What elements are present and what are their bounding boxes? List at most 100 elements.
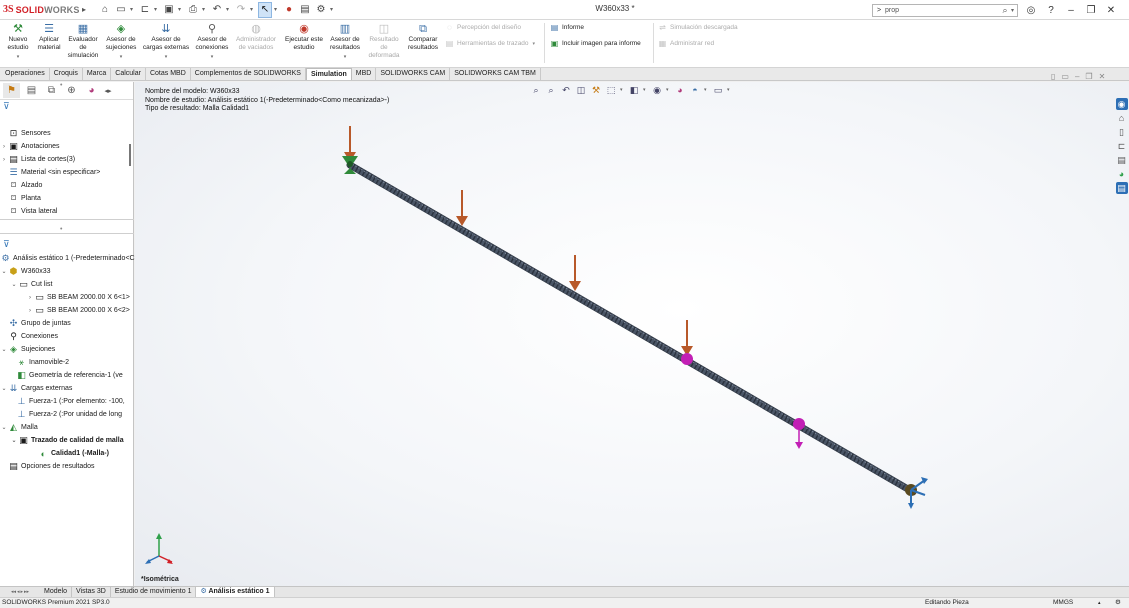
tree-item-beam-2[interactable]: › ▭ SB BEAM 2000.00 X 6<2> bbox=[26, 304, 130, 317]
collapse-arrow-icon[interactable]: ⌄ bbox=[0, 385, 8, 392]
tab-vistas-3d[interactable]: Vistas 3D bbox=[72, 587, 111, 597]
include-image-report-button[interactable]: ▣ Incluir imagen para informe bbox=[549, 39, 641, 48]
external-loads-advisor-button[interactable]: ⇊ Asesor de cargas externas ▾ bbox=[141, 22, 191, 61]
tree-item-result-options[interactable]: ▤ Opciones de resultados bbox=[8, 460, 94, 473]
rebuild-icon[interactable]: ● bbox=[282, 3, 296, 17]
tree-item-ref-geometry[interactable]: ◧ Geometría de referencia-1 (ve bbox=[16, 369, 123, 382]
tab-mbd[interactable]: MBD bbox=[352, 68, 377, 80]
tab-analisis-estatico[interactable]: ⚙ Análisis estático 1 bbox=[196, 587, 275, 597]
featuretree-scrollbar[interactable] bbox=[129, 144, 131, 166]
tab-prev-icon[interactable]: ◂ bbox=[17, 589, 20, 595]
tab-solidworks-cam-tbm[interactable]: SOLIDWORKS CAM TBM bbox=[450, 68, 541, 80]
tree-item-force-1[interactable]: ⊥ Fuerza-1 (:Por elemento: -100, bbox=[16, 395, 125, 408]
forum-icon[interactable]: ▤ bbox=[1115, 182, 1128, 194]
search-input[interactable]: > prop ⌕ ▾ bbox=[872, 4, 1018, 17]
tab-modelo[interactable]: Modelo bbox=[40, 587, 72, 597]
apply-material-button[interactable]: ☰ Aplicar material bbox=[34, 22, 64, 52]
open-icon[interactable]: ⊏ bbox=[138, 3, 152, 17]
options-dropdown-icon[interactable]: ▾ bbox=[330, 6, 336, 13]
tab-calcular[interactable]: Calcular bbox=[111, 68, 146, 80]
new-study-button[interactable]: ⚒ Nuevo estudio ▾ bbox=[4, 22, 32, 61]
tree-item-cut-list[interactable]: › ▤ Lista de cortes(3) bbox=[0, 153, 75, 166]
compare-results-button[interactable]: ⧉ Comparar resultados bbox=[404, 22, 442, 52]
appearances-icon[interactable]: ▤ bbox=[1116, 154, 1128, 166]
plot-tools-button[interactable]: ▤ Herramientas de trazado ▾ bbox=[444, 39, 535, 48]
tree-item-part[interactable]: ⌄ ⬢ W360x33 bbox=[0, 265, 50, 278]
displaymanager-tab-icon[interactable]: ◕ bbox=[83, 83, 100, 98]
report-button[interactable]: ▤ Informe bbox=[549, 23, 584, 32]
tab-simulation[interactable]: Simulation bbox=[305, 68, 352, 80]
solidworks-resources-icon[interactable]: ◉ bbox=[1115, 98, 1128, 110]
tab-solidworks-cam[interactable]: SOLIDWORKS CAM bbox=[376, 68, 451, 80]
undo-dropdown-icon[interactable]: ▾ bbox=[226, 6, 232, 13]
collapse-arrow-icon[interactable]: ⌄ bbox=[10, 437, 18, 444]
tab-nav-arrows[interactable]: ◂◂ ◂ ▸ ▸▸ bbox=[0, 587, 40, 597]
tab-operaciones[interactable]: Operaciones bbox=[1, 68, 50, 80]
tree-item-mesh[interactable]: ⌄ ◭ Malla bbox=[0, 421, 37, 434]
new-dropdown-icon[interactable]: ▾ bbox=[130, 6, 136, 13]
offloaded-simulation-button[interactable]: ⇌ Simulación descargada bbox=[657, 23, 737, 32]
results-advisor-button[interactable]: ▥ Asesor de resultados ▾ bbox=[327, 22, 363, 61]
fixtures-advisor-button[interactable]: ◈ Asesor de sujeciones ▾ bbox=[103, 22, 139, 61]
options-gear-icon[interactable]: ⚙ bbox=[314, 3, 328, 17]
save-dropdown-icon[interactable]: ▾ bbox=[178, 6, 184, 13]
viewport-restore-icon[interactable]: ❐ bbox=[1085, 72, 1092, 81]
design-insight-button[interactable]: ◌ Percepción del diseño bbox=[444, 23, 521, 32]
search-dropdown-icon[interactable]: ▾ bbox=[1011, 7, 1017, 14]
tree-item-vista-lateral[interactable]: ⌑ Vista lateral bbox=[0, 205, 57, 218]
tree-item-joint-group[interactable]: ✣ Grupo de juntas bbox=[8, 317, 71, 330]
collapse-arrow-icon[interactable]: ⌄ bbox=[0, 346, 8, 353]
redo-icon[interactable]: ↷ bbox=[234, 3, 248, 17]
help-icon[interactable]: ? bbox=[1044, 2, 1058, 18]
manage-network-button[interactable]: ▦ Administrar red bbox=[657, 39, 714, 48]
tree-item-anotaciones[interactable]: › ▣ Anotaciones bbox=[0, 140, 60, 153]
print-dropdown-icon[interactable]: ▾ bbox=[202, 6, 208, 13]
tree-item-mesh-quality-plot[interactable]: ⌄ ▣ Trazado de calidad de malla bbox=[10, 434, 123, 447]
expand-arrow-icon[interactable]: › bbox=[0, 144, 8, 150]
configurationmanager-tab-icon[interactable]: ⧉ bbox=[43, 83, 60, 98]
tree-item-beam-1[interactable]: › ▭ SB BEAM 2000.00 X 6<1> bbox=[26, 291, 130, 304]
status-help-icon[interactable]: ⚙ bbox=[1115, 598, 1121, 608]
connections-advisor-button[interactable]: ⚲ Asesor de conexiones ▾ bbox=[193, 22, 231, 61]
menu-expand-icon[interactable]: ▸ bbox=[78, 5, 90, 14]
expand-arrow-icon[interactable]: › bbox=[0, 157, 8, 163]
tree-item-fixed-2[interactable]: ⚹ Inamovible-2 bbox=[16, 356, 69, 369]
featuremanager-tab-icon[interactable]: ⚑ bbox=[3, 83, 20, 98]
undo-icon[interactable]: ↶ bbox=[210, 3, 224, 17]
deformed-result-button[interactable]: ◫ Resultado de deformada bbox=[365, 22, 403, 60]
collapse-arrow-icon[interactable]: ⌄ bbox=[0, 424, 8, 431]
simulation-filter-icon[interactable]: ⊽ bbox=[0, 238, 10, 251]
file-properties-icon[interactable]: ▤ bbox=[298, 3, 312, 17]
save-icon[interactable]: ▣ bbox=[162, 3, 176, 17]
new-document-icon[interactable]: ▭ bbox=[114, 3, 128, 17]
more-tabs-icon[interactable]: ◂▸ bbox=[103, 83, 113, 98]
units-dropdown-icon[interactable]: ▴ bbox=[1098, 598, 1101, 608]
simulation-evaluator-button[interactable]: ▦ Evaluador de simulación bbox=[64, 22, 102, 60]
viewport-minimize-icon[interactable]: – bbox=[1075, 72, 1079, 81]
user-account-icon[interactable]: ◎ bbox=[1024, 2, 1038, 18]
file-explorer-icon[interactable]: ▯ bbox=[1116, 126, 1128, 138]
view-palette-icon[interactable]: ⊏ bbox=[1116, 140, 1128, 152]
open-dropdown-icon[interactable]: ▾ bbox=[154, 6, 160, 13]
tree-item-static-study[interactable]: ⚙ Análisis estático 1 (-Predeterminado<C bbox=[0, 252, 134, 265]
propertymanager-tab-icon[interactable]: ▤ bbox=[23, 83, 40, 98]
collapse-arrow-icon[interactable]: ⌄ bbox=[10, 281, 18, 288]
tab-last-icon[interactable]: ▸▸ bbox=[24, 589, 29, 595]
restore-icon[interactable]: ❐ bbox=[1084, 2, 1098, 18]
tab-croquis[interactable]: Croquis bbox=[50, 68, 83, 80]
tree-item-cut-list-folder[interactable]: ⌄ ▭ Cut list bbox=[10, 278, 52, 291]
tree-item-fixtures[interactable]: ⌄ ◈ Sujeciones bbox=[0, 343, 55, 356]
custom-properties-icon[interactable]: ◕ bbox=[1116, 168, 1128, 180]
feature-filter-icon[interactable]: ⊽ bbox=[0, 100, 133, 113]
tree-item-connections[interactable]: ⚲ Conexiones bbox=[8, 330, 58, 343]
tab-marca[interactable]: Marca bbox=[83, 68, 112, 80]
search-icon[interactable]: ⌕ bbox=[999, 5, 1011, 16]
expand-arrow-icon[interactable]: › bbox=[26, 295, 34, 301]
tree-item-material[interactable]: ☰ Material <sin especificar> bbox=[0, 166, 100, 179]
tab-estudio-movimiento[interactable]: Estudio de movimiento 1 bbox=[111, 587, 197, 597]
tree-item-alzado[interactable]: ⌑ Alzado bbox=[0, 179, 42, 192]
redo-dropdown-icon[interactable]: ▾ bbox=[250, 6, 256, 13]
print-icon[interactable]: ⎙ bbox=[186, 3, 200, 17]
tree-item-sensores[interactable]: ⊡ Sensores bbox=[0, 127, 51, 140]
tree-item-planta[interactable]: ⌑ Planta bbox=[0, 192, 41, 205]
